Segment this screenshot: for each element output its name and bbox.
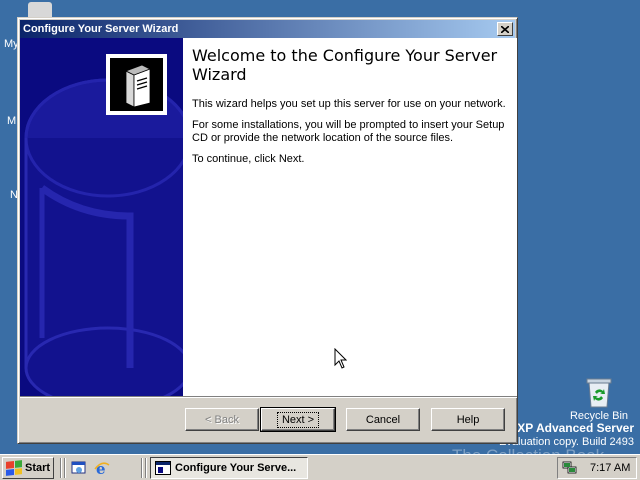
taskbar-item-configure-server[interactable]: Configure Your Serve... bbox=[150, 457, 308, 479]
server-logo bbox=[106, 54, 167, 115]
taskbar-divider bbox=[141, 458, 143, 478]
cancel-button[interactable]: Cancel bbox=[346, 408, 420, 431]
back-button[interactable]: < Back bbox=[185, 408, 259, 431]
close-icon bbox=[501, 25, 509, 33]
wizard-window-icon bbox=[155, 461, 171, 475]
taskbar: Start e Configure Your Serve... 7:17 AM bbox=[0, 454, 640, 480]
window-title: Configure Your Server Wizard bbox=[23, 23, 179, 35]
start-button[interactable]: Start bbox=[2, 457, 54, 479]
wizard-intro-text: This wizard helps you set up this server… bbox=[192, 98, 506, 110]
next-button[interactable]: Next > bbox=[260, 407, 336, 432]
desktop-icon-my-documents[interactable] bbox=[28, 2, 52, 18]
system-clock[interactable]: 7:17 AM bbox=[590, 462, 630, 474]
svg-text:e: e bbox=[96, 460, 106, 476]
windows-logo-icon bbox=[6, 460, 22, 476]
wizard-window: Configure Your Server Wizard Welcome to … bbox=[17, 17, 518, 444]
os-branding-title: XP Advanced Server bbox=[517, 421, 634, 435]
wizard-side-panel bbox=[20, 38, 183, 396]
taskbar-item-label: Configure Your Serve... bbox=[175, 462, 297, 474]
taskbar-divider bbox=[145, 458, 147, 478]
taskbar-divider bbox=[64, 458, 66, 478]
desktop-icon-label-fragment: M bbox=[7, 115, 17, 127]
server-tower-icon bbox=[124, 64, 151, 107]
next-button-label: Next > bbox=[276, 411, 320, 428]
title-bar[interactable]: Configure Your Server Wizard bbox=[20, 20, 515, 38]
wizard-setup-cd-text: For some installations, you will be prom… bbox=[192, 119, 505, 144]
start-label: Start bbox=[25, 462, 51, 474]
desktop-icon-recycle-bin[interactable]: Recycle Bin bbox=[568, 376, 630, 422]
system-tray: 7:17 AM bbox=[557, 457, 637, 479]
show-desktop-icon[interactable] bbox=[71, 460, 87, 476]
recycle-bin-icon bbox=[586, 376, 612, 408]
wizard-heading: Welcome to the Configure Your Server Wiz… bbox=[192, 46, 498, 84]
wizard-text-panel: Welcome to the Configure Your Server Wiz… bbox=[192, 46, 510, 174]
internet-explorer-icon[interactable]: e bbox=[94, 460, 110, 476]
network-icon[interactable] bbox=[562, 461, 578, 475]
help-button[interactable]: Help bbox=[431, 408, 505, 431]
wizard-continue-text: To continue, click Next. bbox=[192, 153, 305, 165]
wizard-content: Welcome to the Configure Your Server Wiz… bbox=[20, 38, 517, 396]
taskbar-divider bbox=[60, 458, 62, 478]
close-button[interactable] bbox=[497, 22, 513, 36]
mouse-cursor-icon bbox=[334, 348, 347, 369]
button-separator bbox=[20, 396, 517, 398]
